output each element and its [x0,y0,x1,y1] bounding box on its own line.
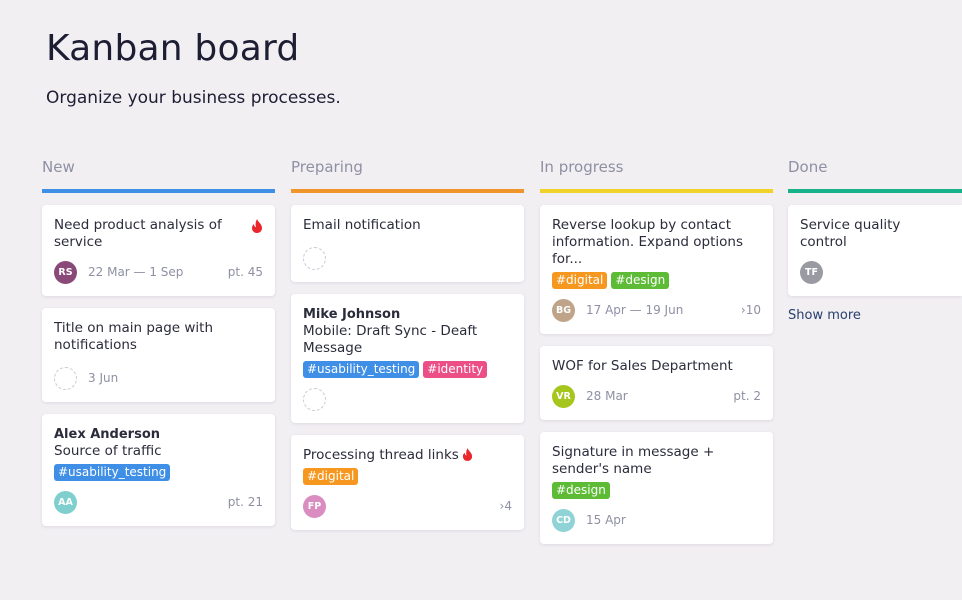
tag[interactable]: #digital [552,272,608,289]
avatar[interactable]: CD [552,508,575,532]
card-title: Mobile: Draft Sync - Deaft Message [303,323,478,356]
task-card[interactable]: Processing thread links #digital FP ›4 [291,435,524,530]
column-preparing: Preparing Email notification Mike Johnso… [291,158,524,542]
column-in-progress: In progress Reverse lookup by contact in… [540,158,773,556]
tag[interactable]: #usability_testing [303,361,420,378]
show-more-link[interactable]: Show more [788,308,962,323]
card-footer [303,246,512,270]
card-points: pt. 21 [227,495,263,509]
tag[interactable]: #digital [303,468,359,485]
column-done: Done Service quality control TF Show mor… [788,158,962,323]
card-footer: FP ›4 [303,494,512,518]
task-card[interactable]: Email notification [291,205,524,282]
task-card[interactable]: Service quality control TF [788,205,962,296]
card-tags: #digital #design [552,272,761,289]
task-card[interactable]: Need product analysis of service RS 22 M… [42,205,275,296]
card-footer: AA pt. 21 [54,490,263,514]
card-tags: #usability_testing [54,464,263,481]
task-card[interactable]: Reverse lookup by contact information. E… [540,205,773,334]
column-header-in-progress[interactable]: In progress [540,158,773,193]
card-title: Service quality control [800,217,901,250]
card-date: 22 Mar — 1 Sep [88,265,184,279]
card-date: 17 Apr — 19 Jun [586,303,684,317]
card-points: pt. 2 [733,389,761,403]
subtask-count: ›10 [741,303,761,317]
card-footer: RS 22 Mar — 1 Sep pt. 45 [54,260,263,284]
column-header-new[interactable]: New [42,158,275,193]
tag[interactable]: #usability_testing [54,464,171,481]
page-subtitle: Organize your business processes. [46,88,341,108]
avatar[interactable]: FP [303,494,326,518]
empty-avatar-placeholder[interactable] [303,387,326,411]
avatar[interactable]: RS [54,260,77,284]
column-new: New Need product analysis of service RS … [42,158,275,538]
empty-avatar-placeholder[interactable] [54,366,77,390]
fire-icon [462,448,472,461]
card-title: Title on main page with notifications [54,320,214,353]
card-title: Reverse lookup by contact information. E… [552,217,743,267]
card-title: Email notification [303,217,421,233]
column-header-preparing[interactable]: Preparing [291,158,524,193]
avatar[interactable]: BG [552,298,575,322]
card-footer: 3 Jun [54,366,263,390]
task-card[interactable]: WOF for Sales Department VR 28 Mar pt. 2 [540,346,773,420]
card-title-row: Processing thread links [303,447,512,464]
card-footer: TF [800,260,950,284]
card-footer: CD 15 Apr [552,508,761,532]
subtask-count-value: 4 [504,499,512,513]
task-card[interactable]: Alex Anderson Source of traffic #usabili… [42,414,275,526]
task-card[interactable]: Mike Johnson Mobile: Draft Sync - Deaft … [291,294,524,423]
tag[interactable]: #identity [423,361,488,378]
card-points: pt. 45 [227,265,263,279]
avatar[interactable]: AA [54,490,77,514]
fire-icon [252,219,262,233]
card-date: 15 Apr [586,513,626,527]
avatar[interactable]: TF [800,260,823,284]
task-card[interactable]: Signature in message + sender's name #de… [540,432,773,544]
card-tags: #usability_testing #identity [303,361,512,378]
subtask-count-value: 10 [745,303,761,317]
card-date: 3 Jun [88,371,119,385]
card-title: Signature in message + sender's name [552,444,715,477]
card-tags: #digital [303,468,512,485]
card-footer [303,387,512,411]
card-author: Mike Johnson [303,307,401,322]
card-title: Source of traffic [54,443,162,459]
subtask-count: ›4 [500,499,512,513]
card-author: Alex Anderson [54,427,161,442]
tag[interactable]: #design [552,482,610,499]
empty-avatar-placeholder[interactable] [303,246,326,270]
card-date: 28 Mar [586,389,628,403]
kanban-columns: New Need product analysis of service RS … [42,158,962,598]
card-tags: #design [552,482,761,499]
card-footer: VR 28 Mar pt. 2 [552,384,761,408]
column-header-done[interactable]: Done [788,158,962,193]
card-title: WOF for Sales Department [552,358,733,374]
tag[interactable]: #design [611,272,670,289]
page-title: Kanban board [46,28,300,69]
card-footer: BG 17 Apr — 19 Jun ›10 [552,298,761,322]
card-title: Processing thread links [303,447,459,463]
avatar[interactable]: VR [552,384,575,408]
card-title: Need product analysis of service [54,217,222,250]
task-card[interactable]: Title on main page with notifications 3 … [42,308,275,402]
